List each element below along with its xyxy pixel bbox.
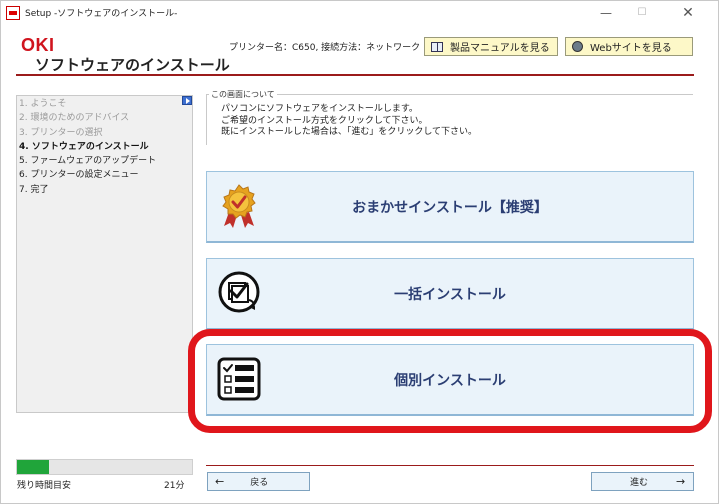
printer-info: プリンター名：C650, 接続方法：ネットワーク xyxy=(229,43,421,53)
progress-fill xyxy=(17,460,49,474)
title-bar[interactable]: Setup -ソフトウェアのインストール- — ☐ ✕ xyxy=(1,1,718,25)
step-list: 1. ようこそ 2. 環境のためのアドバイス 3. プリンターの選択 4. ソフ… xyxy=(19,97,156,197)
screen-info-legend: この画面について xyxy=(209,89,277,100)
globe-icon xyxy=(572,41,583,52)
step-complete: 7. 完了 xyxy=(19,184,49,195)
oki-logo: OKI xyxy=(21,35,55,55)
footer-divider xyxy=(206,465,694,466)
step-welcome: 1. ようこそ xyxy=(19,99,67,109)
header-divider xyxy=(16,74,694,76)
product-manual-label: 製品マニュアルを見る xyxy=(450,43,550,54)
auto-install-label: おまかせインストール【推奨】 xyxy=(352,199,548,216)
info-line: 既にインストールした場合は、「進む」をクリックして下さい。 xyxy=(221,127,478,137)
minimize-button[interactable]: — xyxy=(589,1,623,25)
custom-install-button[interactable]: 個別インストール xyxy=(206,344,694,416)
step-printer-selection: 3. プリンターの選択 xyxy=(19,127,103,138)
checklist-icon xyxy=(217,357,261,401)
screen-info-text: パソコンにソフトウェアをインストールします。 ご希望のインストール方式をクリック… xyxy=(221,104,477,139)
info-line: パソコンにソフトウェアをインストールします。 xyxy=(221,104,418,114)
expand-panel-icon[interactable] xyxy=(182,96,192,105)
arrow-right-icon: → xyxy=(676,475,686,488)
product-manual-button[interactable]: 製品マニュアルを見る xyxy=(424,37,558,56)
step-software-install: 4. ソフトウェアのインストール xyxy=(19,141,149,152)
website-button[interactable]: Webサイトを見る xyxy=(565,37,693,56)
bulk-install-label: 一括インストール xyxy=(394,286,506,303)
bulk-install-button[interactable]: 一括インストール xyxy=(206,258,694,330)
website-label: Webサイトを見る xyxy=(590,43,672,54)
page-title: ソフトウェアのインストール xyxy=(35,56,230,74)
step-firmware-update: 5. ファームウェアのアップデート xyxy=(19,156,157,167)
next-label: 進む xyxy=(630,478,649,488)
back-button[interactable]: ← 戻る xyxy=(207,472,310,491)
award-badge-icon xyxy=(222,184,256,228)
arrow-left-icon: ← xyxy=(215,475,225,488)
step-environment-advice: 2. 環境のためのアドバイス xyxy=(19,113,130,124)
setup-window: Setup -ソフトウェアのインストール- — ☐ ✕ OKI ソフトウェアのイ… xyxy=(0,0,719,504)
step-printer-settings: 6. プリンターの設定メニュー xyxy=(19,170,139,181)
maximize-button[interactable]: ☐ xyxy=(625,1,659,25)
progress-bar xyxy=(16,459,193,475)
app-icon xyxy=(6,6,20,20)
bulk-check-icon xyxy=(218,271,260,313)
next-button[interactable]: 進む → xyxy=(591,472,694,491)
close-button[interactable]: ✕ xyxy=(671,1,705,25)
book-icon xyxy=(431,41,443,52)
custom-install-label: 個別インストール xyxy=(394,372,506,389)
back-label: 戻る xyxy=(250,478,269,488)
remaining-time-label: 残り時間目安 xyxy=(17,481,72,491)
info-line: ご希望のインストール方式をクリックして下さい。 xyxy=(221,115,428,126)
window-title: Setup -ソフトウェアのインストール- xyxy=(25,9,178,19)
auto-install-button[interactable]: おまかせインストール【推奨】 xyxy=(206,171,694,243)
remaining-time-value: 21分 xyxy=(164,481,185,491)
